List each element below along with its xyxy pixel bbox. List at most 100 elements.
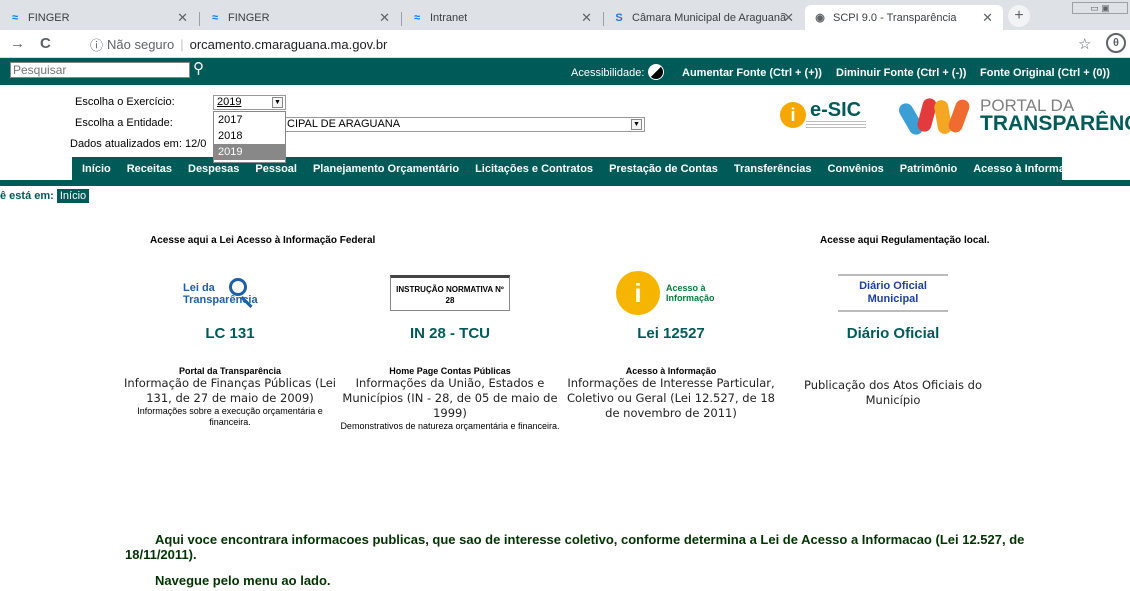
instrucao-normativa-logo: INSTRUÇÃO NORMATIVA Nº 28	[340, 265, 560, 321]
window-controls[interactable]: ▭ ▣	[1072, 2, 1128, 14]
card-code: Diário Oficial	[846, 325, 940, 342]
year-option[interactable]: 2018	[214, 128, 285, 144]
people-figures-icon	[896, 96, 972, 138]
profile-icon[interactable]: θ	[1106, 33, 1126, 53]
browser-tab[interactable]: ≈ FINGER ✕	[0, 5, 198, 30]
acesso-informacao-logo: i Acesso à Informação	[561, 265, 781, 321]
address-bar: → C ⓘ Não seguro | orcamento.cmaraguana.…	[0, 30, 1130, 58]
browser-tab[interactable]: ≈ Intranet ✕	[402, 5, 602, 30]
diario-oficial-logo: Diário Oficial Municipal	[783, 265, 1003, 321]
lei-transparencia-logo: Lei da Transparência	[120, 265, 340, 321]
nav-inicio[interactable]: Início	[72, 163, 119, 175]
card-description: Publicação dos Atos Oficiais do Municípi…	[803, 378, 983, 407]
nav-patrimonio[interactable]: Patrimônio	[892, 163, 965, 175]
original-font-link[interactable]: Fonte Original (Ctrl + (0))	[980, 67, 1110, 79]
logo-text: Diário Oficial Municipal	[838, 274, 948, 312]
breadcrumb-current[interactable]: Início	[56, 189, 90, 203]
year-select[interactable]: 2019 ▼	[213, 95, 286, 110]
search-icon[interactable]: ⚲	[193, 59, 204, 77]
forward-arrow-icon[interactable]: →	[10, 35, 25, 52]
year-dropdown-list: 2017 2018 2019	[213, 111, 286, 163]
nav-receitas[interactable]: Receitas	[119, 163, 180, 175]
card-caption: Acesso à Informação	[625, 366, 717, 376]
bookmark-star-icon[interactable]: ☆	[1078, 35, 1091, 53]
browser-tab[interactable]: S Câmara Municipal de Araguanã ✕	[604, 5, 804, 30]
tab-title: SCPI 9.0 - Transparência	[833, 11, 957, 24]
accessibility-label: Acessibilidade:	[571, 67, 645, 79]
card-code: Lei 12527	[637, 325, 705, 342]
card-description: Informação de Finanças Públicas (Lei 131…	[124, 376, 336, 405]
logo-text: Acesso à Informação	[666, 283, 715, 303]
logo-text: INSTRUÇÃO NORMATIVA Nº 28	[390, 275, 510, 311]
card-description: Informações de Interesse Particular, Col…	[567, 376, 775, 420]
close-tab-icon[interactable]: ✕	[581, 10, 592, 26]
browser-tab-strip: ≈ FINGER ✕ ≈ FINGER ✕ ≈ Intranet ✕ S Câm…	[0, 0, 1130, 30]
card-caption: Home Page Contas Públicas	[389, 366, 511, 376]
entity-value: CIPAL DE ARAGUANA	[287, 118, 401, 130]
card-note: Demonstrativos de natureza orçamentária …	[340, 421, 560, 431]
year-label: Escolha o Exercício:	[75, 96, 175, 108]
info-ball-icon: i	[616, 271, 660, 315]
esic-logo-text: e-SIC	[810, 99, 862, 121]
finger-icon: ≈	[211, 11, 219, 24]
reload-icon[interactable]: C	[40, 35, 51, 52]
nav-transferencias[interactable]: Transferências	[726, 163, 820, 175]
tab-title: FINGER	[28, 11, 70, 24]
close-tab-icon[interactable]: ✕	[982, 10, 993, 26]
decrease-font-link[interactable]: Diminuir Fonte (Ctrl + (-))	[836, 67, 966, 79]
portal-transparencia-logo[interactable]: PORTAL DA TRANSPARÊNCIA	[896, 96, 1130, 138]
close-tab-icon[interactable]: ✕	[379, 10, 390, 26]
federal-law-header: Acesse aqui a Lei Acesso à Informação Fe…	[150, 235, 376, 246]
close-tab-icon[interactable]: ✕	[783, 10, 794, 26]
year-option[interactable]: 2017	[214, 112, 285, 128]
camara-s-icon: S	[615, 11, 623, 24]
nav-divider	[0, 180, 1130, 186]
browser-tab[interactable]: ≈ FINGER ✕	[200, 5, 400, 30]
nav-pessoal[interactable]: Pessoal	[247, 163, 305, 175]
nav-acesso[interactable]: Acesso à Informação	[965, 163, 1092, 175]
portal-line2: TRANSPARÊNCIA	[980, 112, 1130, 135]
url-text[interactable]: orcamento.cmaraguana.ma.gov.br	[190, 37, 388, 52]
esic-logo[interactable]: i e-SIC	[780, 100, 866, 129]
nav-despesas[interactable]: Despesas	[180, 163, 247, 175]
browser-tab-active[interactable]: ◉ SCPI 9.0 - Transparência ✕	[805, 5, 1003, 30]
breadcrumb: ê está em: Início	[0, 189, 90, 203]
breadcrumb-label: ê está em:	[0, 190, 54, 202]
globe-icon: ◉	[815, 11, 825, 24]
chevron-down-icon[interactable]: ▼	[631, 119, 642, 130]
chevron-down-icon[interactable]: ▼	[272, 97, 283, 108]
finger-icon: ≈	[413, 11, 421, 24]
new-tab-button[interactable]: +	[1008, 5, 1030, 27]
card-caption: Portal da Transparência	[178, 366, 282, 376]
tab-title: FINGER	[228, 11, 270, 24]
local-regulation-header: Acesse aqui Regulamentação local.	[820, 235, 990, 246]
close-tab-icon[interactable]: ✕	[177, 10, 188, 26]
finger-icon: ≈	[11, 11, 19, 24]
card-in28[interactable]: INSTRUÇÃO NORMATIVA Nº 28 IN 28 - TCU Ho…	[340, 265, 560, 432]
card-diario-oficial[interactable]: Diário Oficial Municipal Diário Oficial …	[783, 265, 1003, 408]
navigate-hint: Navegue pelo menu ao lado.	[155, 573, 331, 588]
nav-licitacoes[interactable]: Licitações e Contratos	[467, 163, 601, 175]
url-box[interactable]: ⓘ Não seguro | orcamento.cmaraguana.ma.g…	[90, 33, 1070, 55]
contrast-icon[interactable]	[648, 64, 664, 80]
updated-label: Dados atualizados em: 12/0	[70, 138, 207, 150]
tab-title: Câmara Municipal de Araguanã	[632, 11, 787, 24]
entity-label: Escolha a Entidade:	[75, 117, 173, 129]
increase-font-link[interactable]: Aumentar Fonte (Ctrl + (+))	[682, 67, 822, 79]
card-lc131[interactable]: Lei da Transparência LC 131 Portal da Tr…	[120, 265, 340, 428]
search-input[interactable]	[10, 62, 190, 78]
nav-planejamento[interactable]: Planejamento Orçamentário	[305, 163, 467, 175]
security-label: Não seguro	[107, 36, 175, 52]
magnifier-icon	[229, 278, 247, 296]
year-option-selected[interactable]: 2019	[214, 144, 285, 160]
card-code: IN 28 - TCU	[409, 325, 490, 342]
card-note: Informações sobre a execução orçamentári…	[137, 406, 323, 427]
card-code: LC 131	[205, 325, 255, 342]
nav-prestacao[interactable]: Prestação de Contas	[601, 163, 726, 175]
year-value: 2019	[217, 96, 242, 108]
card-lei12527[interactable]: i Acesso à Informação Lei 12527 Acesso à…	[561, 265, 781, 421]
info-icon[interactable]: ⓘ	[90, 35, 103, 54]
nav-convenios[interactable]: Convênios	[820, 163, 892, 175]
info-paragraph: Aqui voce encontrara informacoes publica…	[125, 532, 1025, 562]
card-description: Informações da União, Estados e Municípi…	[342, 376, 558, 420]
